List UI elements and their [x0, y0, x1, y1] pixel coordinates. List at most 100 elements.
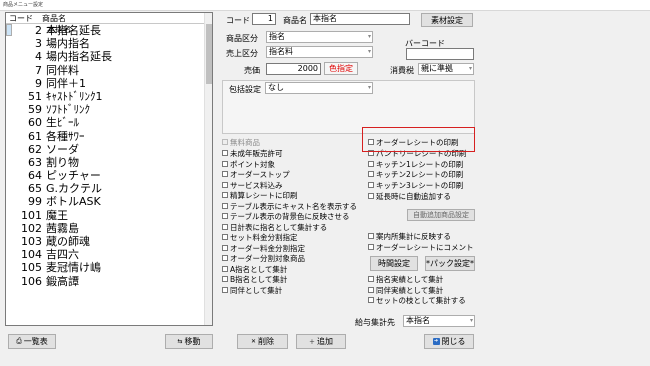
option-check[interactable]: 同伴実績として集計	[368, 286, 443, 296]
option-check[interactable]: サービス料込み	[222, 181, 283, 191]
checkbox-icon	[368, 286, 374, 293]
list-rows: 1本指名2本指名延長3場内指名4場内指名延長7同伴料9同伴＋151ｷｬｽﾄﾄﾞﾘ…	[6, 24, 212, 288]
list-item-code: 3	[35, 37, 42, 51]
checkbox-icon	[368, 276, 374, 282]
package-select[interactable]: なし ▾	[265, 82, 373, 94]
list-scrollbar-thumb[interactable]	[206, 24, 212, 84]
checkbox-icon	[368, 171, 374, 178]
list-item-name: 場内指名	[46, 37, 90, 51]
option-check-label: 延長時に自動追加する	[376, 192, 451, 201]
list-print-button[interactable]: ⎙ 一覧表	[8, 334, 56, 349]
list-item-name: 場内指名延長	[46, 50, 112, 64]
list-item[interactable]: 59 ｿﾌﾄﾄﾞﾘﾝｸ	[6, 103, 212, 116]
list-item[interactable]: 101 魔王	[6, 209, 212, 222]
list-item-name: 生ﾋﾞｰﾙ	[46, 116, 79, 130]
option-check[interactable]: 延長時に自動追加する	[368, 192, 451, 202]
option-check[interactable]: オーダー分割対象商品	[222, 254, 305, 264]
material-setting-button[interactable]: 素材設定	[421, 13, 473, 27]
list-header-name[interactable]: 商品名	[42, 13, 66, 24]
option-check[interactable]: テーブル表示の背景色に反映させる	[222, 212, 350, 222]
list-item[interactable]: 65 G.カクテル	[6, 182, 212, 195]
list-item[interactable]: 3 場内指名	[6, 37, 212, 50]
option-check[interactable]: キッチン2レシートの印刷	[368, 170, 463, 180]
option-check[interactable]: A指名として集計	[222, 265, 287, 275]
list-item[interactable]: 102 茜霧島	[6, 222, 212, 235]
option-check[interactable]: テーブル表示にキャスト名を表示する	[222, 202, 357, 212]
option-check-label: 日計表に指名として集計する	[230, 222, 328, 232]
checkbox-icon	[368, 244, 374, 250]
category-select[interactable]: 指名 ▾	[266, 31, 373, 43]
free-item-check[interactable]: 無料商品	[222, 138, 260, 148]
move-button[interactable]: ⇆ 移動	[165, 334, 213, 349]
option-check[interactable]: セット料金分割指定	[222, 233, 298, 243]
color-setting-button[interactable]: 色指定	[324, 62, 358, 75]
list-item[interactable]: 62 ソーダ	[6, 143, 212, 156]
pack-setting-button[interactable]: *パック設定*	[425, 256, 475, 271]
list-item-code: 51	[28, 89, 42, 103]
product-list[interactable]: コード 商品名 1本指名2本指名延長3場内指名4場内指名延長7同伴料9同伴＋15…	[5, 12, 213, 326]
option-check-label: セットの枝として集計する	[376, 296, 466, 305]
option-check-label: キッチン2レシートの印刷	[376, 170, 464, 180]
package-value: なし	[268, 83, 284, 92]
sales-category-select[interactable]: 指名料 ▾	[266, 46, 373, 58]
checkbox-icon	[222, 181, 228, 188]
name-input[interactable]: 本指名	[310, 13, 410, 25]
option-check[interactable]: オーダーストップ	[222, 170, 290, 180]
time-setting-label: 時間設定	[378, 259, 410, 268]
list-item[interactable]: 64 ピッチャー	[6, 169, 212, 182]
list-scrollbar[interactable]	[204, 13, 212, 325]
checkbox-icon	[222, 202, 228, 209]
option-check[interactable]: ポイント対象	[222, 160, 275, 170]
add-button[interactable]: ＋追加	[296, 334, 346, 349]
auto-add-setting-label: 自動追加商品設定	[413, 211, 469, 219]
list-item[interactable]: 103 蔵の師魂	[6, 235, 212, 248]
sales-category-label: 売上区分	[226, 49, 258, 58]
option-check[interactable]: セットの枝として集計する	[368, 296, 466, 306]
option-check[interactable]: 日計表に指名として集計する	[222, 223, 327, 233]
list-item-name: 鍛高譚	[46, 274, 79, 288]
list-item[interactable]: 7 同伴料	[6, 64, 212, 77]
option-check-label: 未成年販売許可	[230, 149, 283, 158]
list-item[interactable]: 9 同伴＋1	[6, 77, 212, 90]
time-setting-button[interactable]: 時間設定	[370, 256, 418, 271]
list-item[interactable]: 4 場内指名延長	[6, 50, 212, 63]
delete-button[interactable]: ✕ 削除	[237, 334, 288, 349]
option-check[interactable]: B指名として集計	[222, 275, 287, 285]
option-check[interactable]: 同伴として集計	[222, 286, 282, 296]
guide-reflect-check[interactable]: 案内所集計に反映する	[368, 232, 451, 242]
list-item[interactable]: 105 麦冠情け嶋	[6, 261, 212, 274]
print-icon: ⎙	[16, 337, 22, 345]
option-check[interactable]: キッチン1レシートの印刷	[368, 160, 463, 170]
list-item[interactable]: 2 本指名延長	[6, 24, 212, 37]
price-input[interactable]: 2000	[266, 63, 321, 75]
checkbox-icon	[222, 160, 228, 167]
order-comment-check[interactable]: オーダーレシートにコメント	[368, 243, 474, 253]
list-item[interactable]: 99 ボトルASK	[6, 195, 212, 208]
option-check-label: テーブル表示にキャスト名を表示する	[230, 201, 358, 211]
highlight-box	[362, 127, 475, 152]
option-check[interactable]: 指名実績として集計	[368, 275, 443, 285]
list-item[interactable]: 106 鍛高譚	[6, 275, 212, 288]
auto-add-setting-button[interactable]: 自動追加商品設定	[407, 209, 475, 221]
checkbox-icon	[368, 182, 374, 189]
list-header-code[interactable]: コード	[9, 13, 33, 24]
list-item[interactable]: 63 割り物	[6, 156, 212, 169]
code-input[interactable]: 1	[252, 13, 276, 25]
list-item-code: 101	[21, 208, 42, 222]
list-item[interactable]: 51 ｷｬｽﾄﾄﾞﾘﾝｸ1	[6, 90, 212, 103]
list-item[interactable]: 104 吉四六	[6, 248, 212, 261]
guide-reflect-label: 案内所集計に反映する	[376, 232, 451, 241]
salary-select[interactable]: 本指名 ▾	[403, 315, 475, 327]
list-item[interactable]: 60 生ﾋﾞｰﾙ	[6, 116, 212, 129]
list-item[interactable]: 61 各種ｻﾜｰ	[6, 130, 212, 143]
tax-select[interactable]: 親に準拠 ▾	[418, 63, 474, 75]
barcode-input[interactable]	[406, 48, 474, 60]
option-check[interactable]: キッチン3レシートの印刷	[368, 181, 463, 191]
option-check[interactable]: オーダー料金分割指定	[222, 244, 305, 254]
option-check[interactable]: 精算レシートに印刷	[222, 191, 298, 201]
list-item-code: 104	[21, 248, 42, 262]
list-item-name: 吉四六	[46, 248, 79, 262]
list-item-name: ボトルASK	[46, 195, 101, 209]
close-button[interactable]: ➜ 閉じる	[424, 334, 474, 349]
option-check[interactable]: 未成年販売許可	[222, 149, 283, 159]
